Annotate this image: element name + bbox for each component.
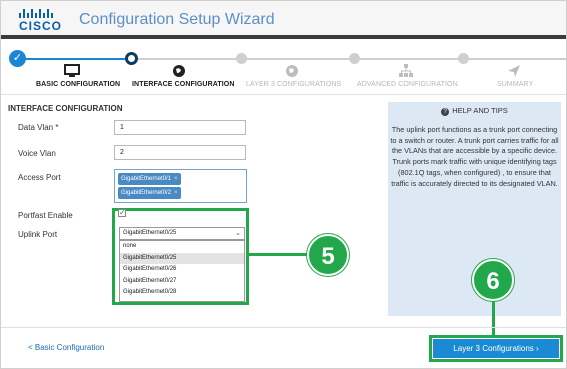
help-title: HELP AND TIPS [452,106,508,115]
step-node-layer3[interactable] [236,53,247,64]
back-link[interactable]: < Basic Configuration [28,343,104,352]
callout-line-5 [249,253,309,256]
chevron-down-icon: ⌄ [235,230,241,237]
cisco-bars-icon [19,9,53,18]
access-port-tag-label: GigabitEthernet0/1 [121,176,172,182]
data-vlan-input[interactable]: 1 [114,120,246,135]
next-button[interactable]: Layer 3 Configurations › [433,339,559,358]
access-port-tag[interactable]: GigabitEthernet0/1 × [118,173,181,185]
step-label-summary[interactable]: SUMMARY [497,81,533,88]
step-node-interface[interactable] [125,52,138,65]
step-label-layer3[interactable]: LAYER 3 CONFIGURATIONS [246,81,341,88]
wizard-window: CISCO Configuration Setup Wizard ✓ BASIC… [0,0,567,369]
globe-icon [173,65,185,77]
step-label-basic[interactable]: BASIC CONFIGURATION [36,81,120,88]
option-gi0-27[interactable]: GigabitEthernet0/27 [120,276,244,288]
monitor-icon [64,64,80,77]
data-vlan-label: Data Vlan * [18,123,59,132]
callout-highlight-next: Layer 3 Configurations › [429,335,563,362]
network-icon [399,64,413,77]
portfast-label: Portfast Enable [18,211,73,220]
step-done-check-icon[interactable]: ✓ [9,50,26,67]
track-progress-line [25,58,130,60]
callout-badge-6: 6 [472,259,514,301]
option-gi0-26[interactable]: GigabitEthernet0/26 [120,264,244,276]
wizard-steps: ✓ BASIC CONFIGURATION INTERFACE CONFIGUR… [1,45,566,95]
help-body: The uplink port functions as a trunk por… [390,125,559,188]
voice-vlan-label: Voice Vlan [18,149,56,158]
globe-icon [286,65,298,77]
step-node-advanced[interactable] [349,53,360,64]
uplink-port-select[interactable]: GigabitEthernet0/25 ⌄ [119,227,245,240]
callout-badge-5: 5 [307,234,349,276]
section-title: INTERFACE CONFIGURATION [8,104,123,113]
help-header: ? HELP AND TIPS [388,106,561,116]
portfast-checkbox[interactable]: ✓ [118,209,126,217]
option-gi0-28[interactable]: GigabitEthernet0/28 [120,287,244,299]
callout-line-6 [492,297,495,337]
access-port-tag-label: GigabitEthernet0/2 [121,190,172,196]
app-title: Configuration Setup Wizard [79,11,275,28]
cisco-logo: CISCO [13,7,69,35]
uplink-port-value: GigabitEthernet0/25 [123,230,177,236]
uplink-port-label: Uplink Port [18,230,58,239]
step-label-interface[interactable]: INTERFACE CONFIGURATION [132,81,235,88]
access-port-multiselect[interactable]: GigabitEthernet0/1 × GigabitEthernet0/2 × [114,169,247,203]
access-port-tag[interactable]: GigabitEthernet0/2 × [118,187,181,199]
logo-text: CISCO [19,19,63,33]
callout-highlight-dropdown: GigabitEthernet0/25 ⌄ none GigabitEthern… [112,208,249,305]
header: CISCO Configuration Setup Wizard [1,1,566,39]
footer-divider [1,327,566,328]
option-none[interactable]: none [120,241,244,253]
step-node-summary[interactable] [458,53,469,64]
uplink-port-options: none GigabitEthernet0/25 GigabitEthernet… [119,240,245,302]
option-gi0-25[interactable]: GigabitEthernet0/25 [120,252,244,264]
remove-tag-icon[interactable]: × [174,176,178,182]
remove-tag-icon[interactable]: × [174,190,178,196]
question-icon: ? [441,108,450,116]
voice-vlan-input[interactable]: 2 [114,145,246,160]
step-label-advanced[interactable]: ADVANCED CONFIGURATION [357,81,458,88]
send-icon [508,65,520,77]
access-port-label: Access Port [18,173,61,182]
